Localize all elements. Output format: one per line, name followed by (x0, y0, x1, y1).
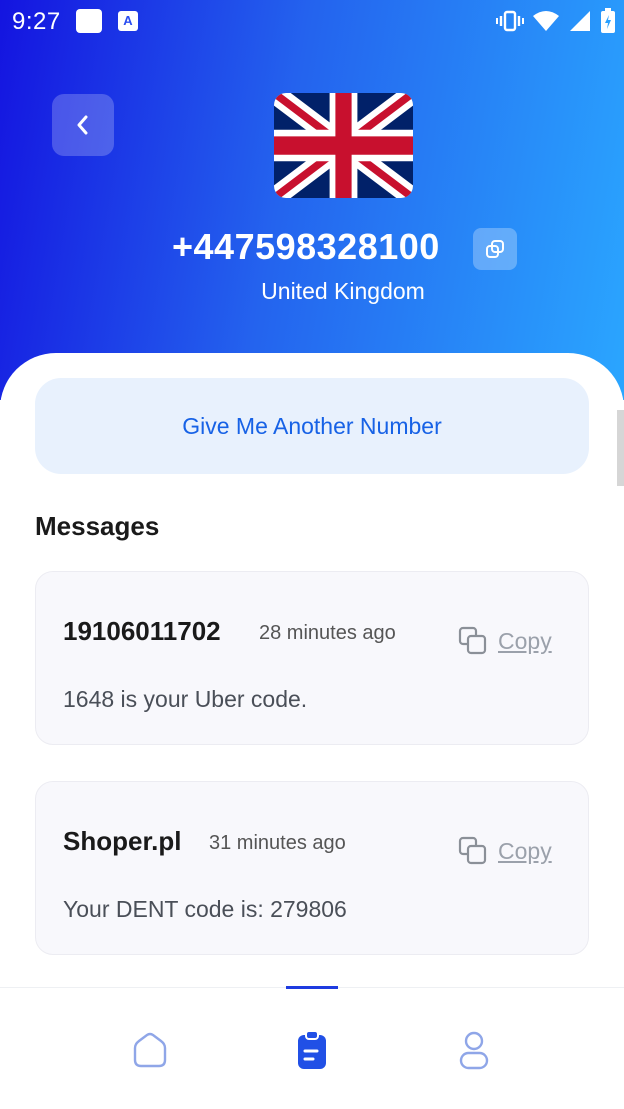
give-another-number-button[interactable]: Give Me Another Number (35, 378, 589, 474)
nav-profile[interactable] (450, 1026, 498, 1074)
message-text: Your DENT code is: 279806 (63, 896, 347, 922)
signal-icon (570, 11, 590, 31)
profile-icon (459, 1031, 489, 1070)
bottom-navigation (0, 986, 624, 1109)
copy-icon (458, 626, 487, 655)
battery-icon (601, 8, 615, 33)
back-button[interactable] (52, 94, 114, 156)
copy-label: Copy (498, 627, 552, 654)
uk-flag-icon (274, 93, 413, 198)
scrollbar-thumb[interactable] (617, 410, 624, 486)
message-card: 19106011702 28 minutes ago Copy 1648 is … (35, 571, 589, 745)
home-icon (133, 1032, 167, 1068)
messages-heading: Messages (35, 511, 160, 541)
message-time: 28 minutes ago (259, 622, 396, 644)
nav-messages[interactable] (288, 1026, 336, 1074)
status-bar: 9:27 A (0, 0, 624, 44)
vibrate-icon (496, 10, 524, 32)
status-icons (496, 8, 616, 34)
country-name: United Kingdom (261, 278, 425, 304)
copy-message-button[interactable]: Copy (458, 836, 552, 866)
phone-number: +447598328100 (172, 226, 440, 267)
clipboard-icon (298, 1030, 326, 1069)
number-row: +447598328100 (0, 224, 624, 274)
message-card: Shoper.pl 31 minutes ago Copy Your DENT … (35, 781, 589, 955)
copy-icon (486, 240, 504, 258)
message-sender: 19106011702 (63, 616, 221, 646)
message-text: 1648 is your Uber code. (63, 686, 308, 712)
wifi-icon (533, 11, 559, 31)
copy-label: Copy (498, 837, 552, 864)
copy-number-button[interactable] (473, 228, 517, 270)
accessibility-icon: A (118, 11, 138, 31)
copy-icon (458, 836, 487, 865)
message-sender: Shoper.pl (63, 826, 182, 856)
copy-message-button[interactable]: Copy (458, 626, 552, 656)
header: 9:27 A +447598328100 United Kingdom (0, 0, 624, 400)
nav-home[interactable] (126, 1026, 174, 1074)
chevron-left-icon (77, 115, 88, 135)
status-time: 9:27 (12, 8, 61, 35)
active-tab-indicator (286, 986, 338, 989)
message-time: 31 minutes ago (209, 832, 346, 854)
notification-icon (76, 9, 102, 33)
